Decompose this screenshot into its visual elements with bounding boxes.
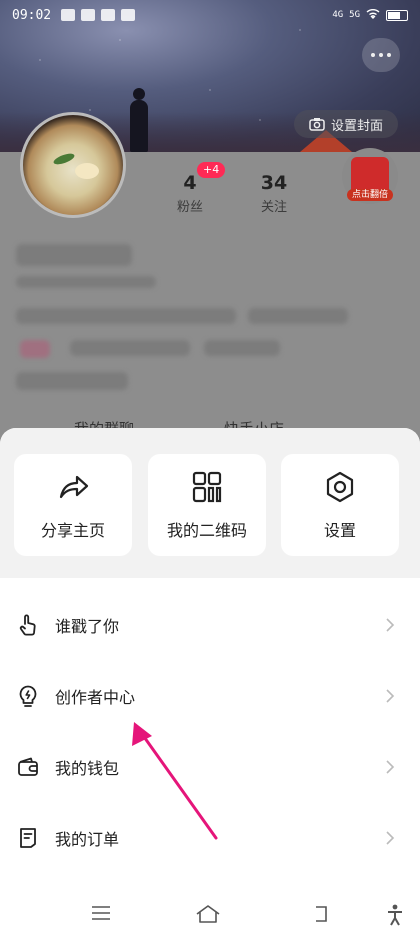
home-nav-icon[interactable] [195, 904, 221, 924]
stat-following-value: 34 [260, 172, 288, 194]
wallet-icon [18, 757, 38, 776]
avatar-garnish [52, 151, 76, 167]
menu-label-creator-center: 创作者中心 [55, 688, 136, 707]
blurred-username [16, 244, 132, 266]
avatar-egg [75, 163, 99, 179]
settings-hex-icon [326, 471, 354, 503]
status-time: 09:02 [12, 7, 52, 23]
stat-fans[interactable]: 4 粉丝 [160, 170, 220, 215]
blurred-gender-tag [20, 340, 50, 358]
my-qrcode-label: 我的二维码 [166, 521, 247, 540]
accessibility-icon[interactable] [386, 904, 404, 926]
avatar[interactable] [20, 112, 126, 218]
person-silhouette [130, 88, 148, 152]
stat-following[interactable]: 34 关注 [244, 170, 304, 215]
more-options-button[interactable] [362, 38, 400, 72]
menu-item-orders[interactable]: 我的订单 [0, 803, 420, 873]
red-packet-label: 点击翻倍 [347, 189, 393, 201]
blurred-bio [16, 308, 236, 324]
system-nav-bar [0, 890, 420, 940]
battery-icon [386, 9, 408, 21]
red-envelope-icon: 点击翻倍 [347, 157, 393, 201]
stat-fans-value: 4 [183, 172, 197, 194]
qrcode-icon [192, 471, 222, 503]
bottom-sheet: 分享主页 我的二维码 设置 谁戳了你 创作者中心 我的钱包 我的订单 [0, 428, 420, 940]
menu-item-wallet[interactable]: 我的钱包 [0, 732, 420, 802]
menu-label-orders: 我的订单 [55, 830, 120, 849]
red-packet-button[interactable]: 点击翻倍 [342, 148, 398, 204]
settings-label: 设置 [323, 521, 356, 540]
blurred-bio-2 [248, 308, 348, 324]
chevron-right-icon [386, 831, 395, 845]
signal-4g: 4G [332, 10, 344, 20]
notification-icons [61, 9, 136, 21]
share-profile-button[interactable]: 分享主页 [14, 454, 132, 556]
quick-actions: 分享主页 我的二维码 设置 [0, 428, 420, 578]
set-cover-label: 设置封面 [330, 118, 383, 134]
set-cover-button[interactable]: 设置封面 [294, 110, 398, 138]
hand-tap-icon [19, 614, 36, 636]
stat-fans-label: 粉丝 [176, 200, 203, 215]
blurred-id [16, 276, 156, 288]
wifi-icon [366, 8, 380, 22]
share-profile-label: 分享主页 [40, 521, 105, 540]
blurred-tag-2 [70, 340, 190, 356]
camera-icon [309, 118, 325, 131]
stat-following-label: 关注 [260, 200, 287, 215]
my-qrcode-button[interactable]: 我的二维码 [148, 454, 266, 556]
settings-button[interactable]: 设置 [281, 454, 399, 556]
blurred-tag-3 [204, 340, 280, 356]
chevron-right-icon [386, 760, 395, 774]
back-nav-icon[interactable] [310, 904, 330, 924]
menu-item-creator-center[interactable]: 创作者中心 [0, 661, 420, 731]
share-icon [59, 475, 89, 499]
signal-5g: 5G [349, 10, 360, 20]
order-icon [20, 828, 36, 848]
lightbulb-icon [19, 685, 37, 707]
chevron-right-icon [386, 689, 395, 703]
menu-label-who-poked: 谁戳了你 [55, 617, 120, 636]
menu-label-wallet: 我的钱包 [55, 759, 120, 778]
blurred-tag-4 [16, 372, 128, 390]
status-bar: 09:02 4G 5G [0, 0, 420, 30]
menu-item-who-poked[interactable]: 谁戳了你 [0, 590, 420, 660]
chevron-right-icon [386, 618, 395, 632]
menu-nav-icon[interactable] [90, 904, 112, 922]
